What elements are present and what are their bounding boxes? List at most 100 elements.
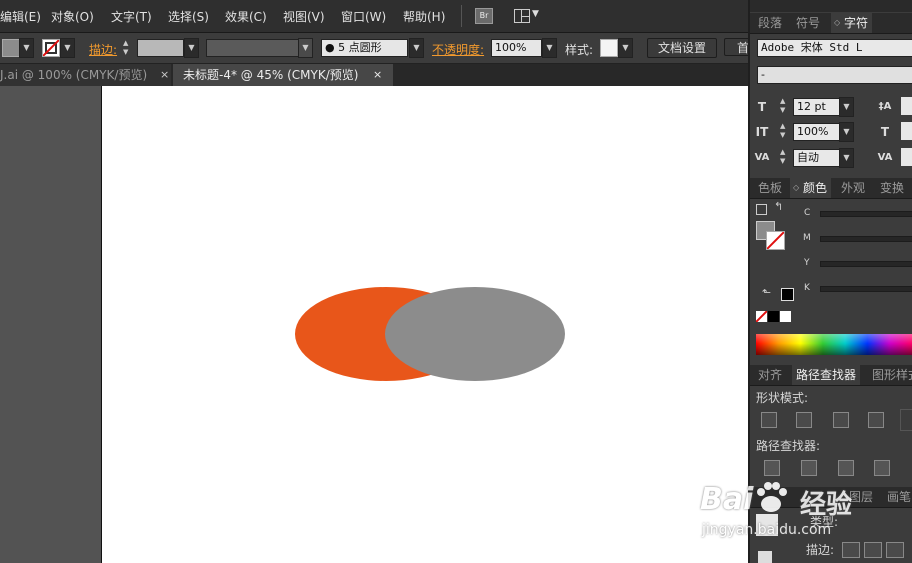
menu-view[interactable]: 视图(V) <box>283 8 325 25</box>
font-family-field[interactable]: Adobe 宋体 Std L <box>757 39 912 57</box>
expand-button[interactable] <box>900 409 912 431</box>
menu-effect[interactable]: 效果(C) <box>225 8 267 25</box>
tab-pathfinder[interactable]: 路径查找器 <box>792 365 861 385</box>
stroke-label[interactable]: 描边: <box>89 41 117 58</box>
font-style-field[interactable]: - <box>757 66 912 84</box>
black-swatch[interactable] <box>768 311 779 322</box>
stroke-weight-field[interactable] <box>137 39 184 57</box>
tab-document-j[interactable]: J.ai @ 100% (CMYK/预览) × <box>0 64 171 86</box>
swap-colors-icon[interactable]: ↰ <box>774 200 783 213</box>
font-size-field[interactable]: 12 pt <box>793 98 842 116</box>
stroke-dropdown[interactable]: ▼ <box>60 38 75 58</box>
tab-document-untitled-4[interactable]: 未标题-4* @ 45% (CMYK/预览) × <box>173 64 393 86</box>
graphic-style-swatch[interactable] <box>600 39 618 57</box>
channel-c-label: C <box>804 208 811 218</box>
tab-transform[interactable]: 变换 <box>876 178 908 198</box>
opacity-field[interactable]: 100% <box>491 39 542 57</box>
tab-character[interactable]: ◇ 字符 <box>831 13 873 33</box>
kerning-field[interactable]: 自动 <box>793 149 842 167</box>
kerning-icon: VA <box>754 152 770 163</box>
merge-icon[interactable] <box>838 460 854 476</box>
gray-ellipse[interactable] <box>385 287 565 381</box>
tab-graphic-styles[interactable]: 图形样式 <box>868 365 912 385</box>
panel-dock: 段落 符号 ◇ 字符 Adobe 宋体 Std L - T ▲ ▼ 12 pt ▼… <box>748 0 912 563</box>
crop-icon[interactable] <box>874 460 890 476</box>
opacity-label[interactable]: 不透明度: <box>432 41 484 58</box>
leading-field[interactable] <box>901 97 912 115</box>
default-colors-icon[interactable] <box>756 204 767 215</box>
artboard[interactable] <box>101 86 749 563</box>
close-icon[interactable]: × <box>160 64 169 86</box>
pathfinder-panel-tabs: 对齐 路径查找器 图形样式 <box>750 365 912 386</box>
tab-paragraph[interactable]: 段落 <box>754 13 786 33</box>
tab-glyphs[interactable]: 符号 <box>792 13 824 33</box>
exclude-icon[interactable] <box>868 412 884 428</box>
stroke-weight-stepper[interactable]: ▲ ▼ <box>123 39 133 57</box>
trim-icon[interactable] <box>801 460 817 476</box>
minus-front-icon[interactable] <box>796 412 812 428</box>
channel-m-slider[interactable] <box>820 236 912 242</box>
font-size-stepper[interactable]: ▲ ▼ <box>780 97 790 115</box>
variable-width-profile[interactable] <box>206 39 306 57</box>
document-tab-bar: J.ai @ 100% (CMYK/预览) × 未标题-4* @ 45% (CM… <box>0 64 748 86</box>
tab-swatches[interactable]: 色板 <box>754 178 786 198</box>
intersect-icon[interactable] <box>833 412 849 428</box>
fill-dropdown[interactable]: ▼ <box>19 38 34 58</box>
channel-k-label: K <box>804 283 810 293</box>
tab-color-label: 颜色 <box>803 181 828 195</box>
close-icon[interactable]: × <box>373 64 382 86</box>
brush-definition-field[interactable]: ● 5 点圆形 <box>321 39 408 57</box>
tab-align[interactable]: 对齐 <box>754 365 786 385</box>
fill-swatch[interactable] <box>2 39 20 57</box>
menu-edit[interactable]: 编辑(E) <box>0 8 41 25</box>
out-of-gamut-icon[interactable]: ⬑ <box>762 286 771 299</box>
opacity-dropdown[interactable]: ▼ <box>542 38 557 58</box>
channel-k-slider[interactable] <box>820 286 912 292</box>
menu-window[interactable]: 窗口(W) <box>341 8 386 25</box>
font-size-dropdown[interactable]: ▼ <box>839 97 854 117</box>
kerning-stepper[interactable]: ▲ ▼ <box>780 148 790 166</box>
stroke-color-box[interactable] <box>766 231 785 250</box>
color-spectrum[interactable] <box>756 334 912 355</box>
tab-label: J.ai @ 100% (CMYK/预览) <box>0 68 148 82</box>
kerning-dropdown[interactable]: ▼ <box>839 148 854 168</box>
channel-m-label: M <box>803 233 811 243</box>
vertical-scale-field[interactable]: 100% <box>793 123 842 141</box>
tab-color[interactable]: ◇ 颜色 <box>790 178 832 198</box>
watermark-url: jingyan.baidu.com <box>702 522 832 538</box>
horizontal-scale-field[interactable] <box>901 122 912 140</box>
stroke-none-swatch[interactable] <box>42 39 60 57</box>
stroke-weight-dropdown[interactable]: ▼ <box>184 38 199 58</box>
panel-dock-header[interactable] <box>750 0 912 12</box>
baidu-jingyan-watermark: Bai du 经验 jingyan.baidu.com <box>700 480 870 550</box>
channel-y-label: Y <box>804 258 810 268</box>
tab-brushes[interactable]: 画笔 <box>883 487 912 507</box>
tracking-field[interactable] <box>901 148 912 166</box>
unite-icon[interactable] <box>761 412 777 428</box>
menu-type[interactable]: 文字(T) <box>111 8 152 25</box>
cap-square-icon[interactable] <box>886 542 904 558</box>
none-color-swatch[interactable] <box>756 311 767 322</box>
divide-icon[interactable] <box>764 460 780 476</box>
workspace-switcher-icon[interactable] <box>514 9 530 23</box>
vertical-scale-stepper[interactable]: ▲ ▼ <box>780 122 790 140</box>
menu-help[interactable]: 帮助(H) <box>403 8 445 25</box>
document-setup-button[interactable]: 文档设置 <box>647 38 717 58</box>
workspace-dropdown-icon[interactable]: ▼ <box>532 9 539 19</box>
channel-c-slider[interactable] <box>820 211 912 217</box>
menu-object[interactable]: 对象(O) <box>51 8 94 25</box>
bridge-icon[interactable]: Br <box>475 8 493 24</box>
menu-select[interactable]: 选择(S) <box>168 8 209 25</box>
graphic-style-dropdown[interactable]: ▼ <box>618 38 633 58</box>
tab-character-label: 字符 <box>844 16 869 30</box>
watermark-site: 经验 <box>800 490 853 520</box>
white-swatch[interactable] <box>780 311 791 322</box>
vertical-scale-dropdown[interactable]: ▼ <box>839 122 854 142</box>
brush-dropdown[interactable]: ▼ <box>409 38 424 58</box>
tab-appearance[interactable]: 外观 <box>837 178 869 198</box>
font-size-icon: T <box>757 100 767 114</box>
channel-y-slider[interactable] <box>820 261 912 267</box>
variable-width-dropdown[interactable]: ▼ <box>298 38 313 58</box>
last-color-swatch[interactable] <box>781 288 794 301</box>
artwork-canvas <box>295 287 565 381</box>
